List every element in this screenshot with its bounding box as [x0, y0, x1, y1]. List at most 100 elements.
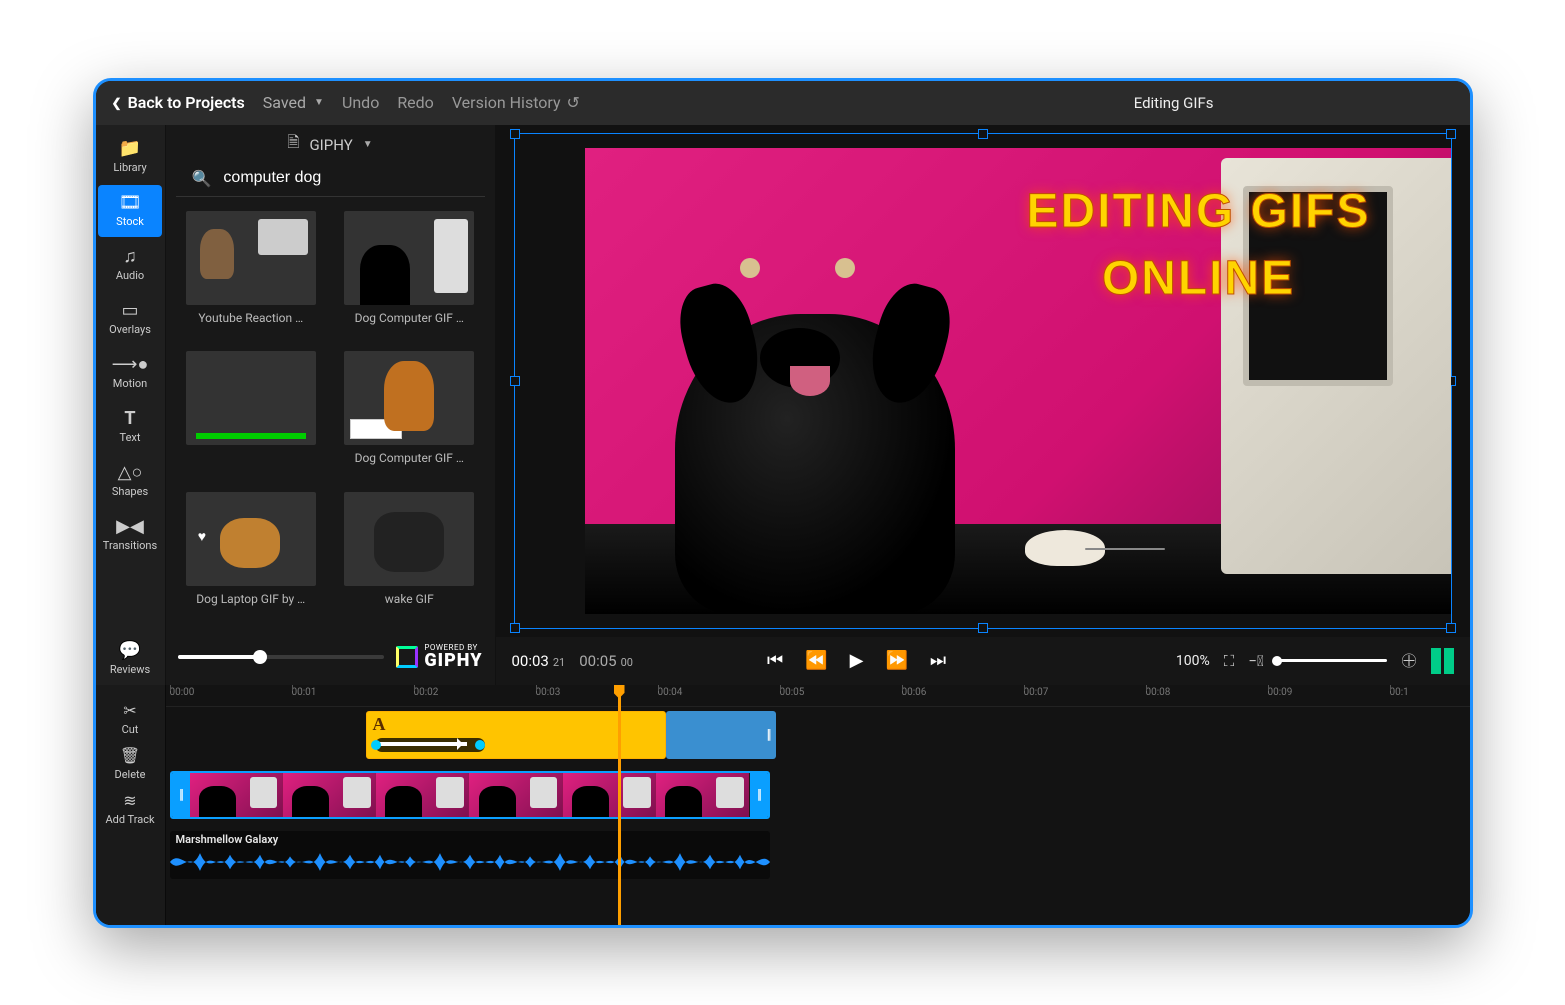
giphy-wordmark: GIPHY: [424, 652, 482, 670]
history-icon: ↺: [567, 93, 580, 112]
caret-down-icon: ▼: [314, 97, 324, 108]
stock-thumb[interactable]: [180, 351, 323, 474]
stock-thumb[interactable]: Dog Computer GIF …: [338, 211, 481, 334]
delete-button[interactable]: 🗑 Delete: [115, 746, 146, 781]
rail-stock[interactable]: 🎞 Stock: [98, 185, 162, 237]
overlays-icon: ▭: [121, 302, 138, 320]
zoom-controls: 100% ⛶ −⃝ ＋⃝: [1176, 648, 1454, 674]
redo-button[interactable]: Redo: [397, 93, 434, 112]
text-track[interactable]: A ||: [166, 707, 1470, 763]
scissors-icon: ✂: [123, 701, 136, 720]
resize-handle[interactable]: [510, 129, 520, 139]
stock-thumb-image: [344, 351, 474, 445]
save-status-dropdown[interactable]: Saved ▼: [263, 93, 324, 112]
zoom-out-button[interactable]: −⃝: [1248, 652, 1263, 670]
timeline-body[interactable]: 00:00 00:01 00:02 00:03 00:04 00:05 00:0…: [166, 685, 1470, 925]
rail-text[interactable]: T Text: [98, 401, 162, 453]
canvas-selection[interactable]: EDITING GIFS ONLINE: [514, 133, 1452, 629]
undo-button[interactable]: Undo: [342, 93, 379, 112]
ruler-tick: 00:02: [414, 687, 439, 698]
title-text-overlay[interactable]: EDITING GIFS ONLINE: [1026, 178, 1370, 312]
main-area: 📁 Library 🎞 Stock ♫ Audio ▭ Overlays ⟶● …: [96, 125, 1470, 685]
go-end-button[interactable]: ⏭: [930, 650, 946, 671]
rail-motion[interactable]: ⟶● Motion: [98, 347, 162, 399]
back-label: Back to Projects: [128, 93, 245, 112]
playhead[interactable]: [618, 685, 621, 925]
rewind-button[interactable]: ⏪: [805, 650, 827, 671]
stock-thumb[interactable]: wake GIF: [338, 492, 481, 615]
rail-label: Audio: [116, 269, 144, 282]
music-icon: ♫: [123, 248, 137, 266]
search-bar: 🔍: [176, 165, 485, 197]
rail-overlays[interactable]: ▭ Overlays: [98, 293, 162, 345]
stock-thumb[interactable]: Dog Laptop GIF by …: [180, 492, 323, 615]
ruler-tick: 00:03: [536, 687, 561, 698]
text-icon: T: [124, 410, 135, 428]
rail-label: Stock: [116, 215, 144, 228]
cut-label: Cut: [122, 723, 139, 736]
text-clip[interactable]: A: [366, 711, 666, 759]
stock-source-dropdown[interactable]: 🗎 GIPHY ▼: [166, 125, 495, 165]
resize-handle[interactable]: [1446, 129, 1456, 139]
resize-handle[interactable]: [1446, 623, 1456, 633]
play-button[interactable]: ▶: [850, 650, 864, 671]
trash-icon: 🗑: [120, 746, 140, 765]
resize-handle[interactable]: [510, 376, 520, 386]
ruler-tick: 00:06: [902, 687, 927, 698]
stock-results-grid[interactable]: Youtube Reaction … Dog Computer GIF … Do…: [166, 197, 495, 629]
back-to-projects-button[interactable]: ❮ Back to Projects: [112, 93, 245, 112]
resize-handle[interactable]: [510, 623, 520, 633]
canvas-wrap: EDITING GIFS ONLINE: [496, 125, 1470, 637]
resize-handle[interactable]: [978, 623, 988, 633]
rail-label: Overlays: [109, 323, 151, 336]
audio-track[interactable]: Marshmellow Galaxy: [166, 827, 1470, 883]
rail-library[interactable]: 📁 Library: [98, 131, 162, 183]
stock-thumb-image: [186, 351, 316, 445]
stock-thumb[interactable]: Youtube Reaction …: [180, 211, 323, 334]
timeline: ✂ Cut 🗑 Delete ≋ Add Track 00:00 00:01 0…: [96, 685, 1470, 925]
rail-shapes[interactable]: △○ Shapes: [98, 455, 162, 507]
search-input[interactable]: [223, 169, 468, 187]
video-frame[interactable]: EDITING GIFS ONLINE: [585, 148, 1451, 614]
go-start-button[interactable]: ⏮: [767, 650, 783, 671]
fullscreen-button[interactable]: ⛶: [1224, 652, 1235, 670]
add-track-button[interactable]: ≋ Add Track: [105, 791, 154, 826]
time-ruler[interactable]: 00:00 00:01 00:02 00:03 00:04 00:05 00:0…: [166, 685, 1470, 707]
rail-reviews[interactable]: 💬 Reviews: [98, 633, 162, 685]
forward-button[interactable]: ⏩: [885, 650, 907, 671]
preview-pane: EDITING GIFS ONLINE 00:03 21 00:05 00: [496, 125, 1470, 685]
stock-thumb-caption: Youtube Reaction …: [198, 311, 303, 325]
clip-handle-icon[interactable]: ||: [172, 773, 190, 817]
version-history-button[interactable]: Version History ↺: [452, 93, 580, 112]
resize-handle[interactable]: [978, 129, 988, 139]
rail-transitions[interactable]: ▶◀ Transitions: [98, 509, 162, 561]
video-clip[interactable]: || ||: [170, 771, 770, 819]
ruler-tick: 00:04: [658, 687, 683, 698]
clip-handle-icon[interactable]: ||: [767, 727, 770, 743]
video-track[interactable]: || ||: [166, 767, 1470, 823]
rail-label: Library: [113, 161, 146, 174]
rail-audio[interactable]: ♫ Audio: [98, 239, 162, 291]
player-bar: 00:03 21 00:05 00 ⏮ ⏪ ▶ ⏩ ⏭ 100% ⛶ −: [496, 637, 1470, 685]
zoom-slider[interactable]: [1277, 659, 1387, 662]
stock-thumb-image: [186, 211, 316, 305]
cut-button[interactable]: ✂ Cut: [122, 701, 139, 736]
file-icon: 🗎: [287, 132, 299, 157]
shapes-icon: △○: [118, 464, 143, 482]
ruler-tick: 00:08: [1146, 687, 1171, 698]
zoom-percentage[interactable]: 100%: [1176, 653, 1210, 669]
stock-panel: 🗎 GIPHY ▼ 🔍 Youtube Reaction … Dog Compu…: [166, 125, 496, 685]
transition-clip[interactable]: ||: [666, 711, 776, 759]
rail-label: Motion: [113, 377, 148, 390]
zoom-in-button[interactable]: ＋⃝: [1401, 650, 1416, 671]
overlay-line1: EDITING GIFS: [1026, 178, 1370, 245]
audio-clip[interactable]: Marshmellow Galaxy: [170, 831, 770, 879]
duration-main: 00:05: [579, 652, 616, 670]
clip-handle-icon[interactable]: ||: [750, 773, 768, 817]
transport-controls: ⏮ ⏪ ▶ ⏩ ⏭: [767, 650, 946, 671]
chat-icon: 💬: [119, 642, 141, 660]
timeline-tool-rail: ✂ Cut 🗑 Delete ≋ Add Track: [96, 685, 166, 925]
stock-thumb[interactable]: Dog Computer GIF …: [338, 351, 481, 474]
audio-meter: [1431, 648, 1454, 674]
thumbnail-size-slider[interactable]: [178, 655, 385, 659]
